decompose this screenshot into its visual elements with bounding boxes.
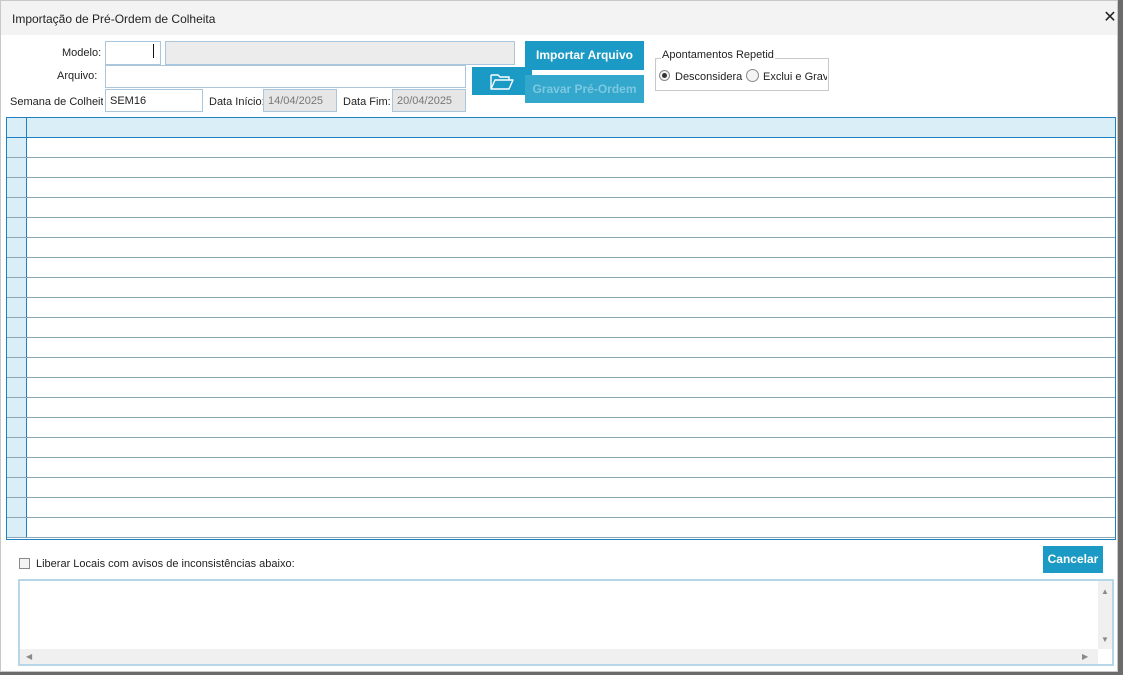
radio-exclui-grava[interactable]: [746, 69, 759, 82]
radio-desconsidera-label[interactable]: Desconsidera: [675, 71, 742, 83]
table-row[interactable]: [7, 518, 1115, 538]
row-header-cell[interactable]: [7, 298, 27, 317]
folder-open-button[interactable]: [472, 67, 532, 95]
arquivo-input[interactable]: [105, 65, 466, 88]
table-row[interactable]: [7, 298, 1115, 318]
row-header-cell[interactable]: [7, 198, 27, 217]
arquivo-label: Arquivo:: [57, 70, 98, 82]
table-row[interactable]: [7, 258, 1115, 278]
row-header-cell[interactable]: [7, 458, 27, 477]
memo-vertical-scrollbar[interactable]: ▲ ▼: [1098, 581, 1112, 649]
row-header-cell[interactable]: [7, 338, 27, 357]
data-inicio-label: Data Início:: [209, 96, 265, 108]
grid-corner-cell: [7, 118, 27, 138]
semana-input[interactable]: [105, 89, 203, 112]
text-cursor: [153, 44, 154, 58]
importar-arquivo-button[interactable]: Importar Arquivo: [525, 41, 644, 70]
memo-horizontal-scrollbar[interactable]: ◀ ▶: [20, 649, 1098, 664]
row-header-cell[interactable]: [7, 318, 27, 337]
table-row[interactable]: [7, 318, 1115, 338]
liberar-locais-checkbox[interactable]: [19, 558, 30, 569]
row-header-cell[interactable]: [7, 158, 27, 177]
folder-open-icon: [490, 74, 514, 90]
data-inicio-field: [263, 89, 337, 112]
radio-exclui-grava-label[interactable]: Exclui e Grav: [763, 71, 827, 83]
table-row[interactable]: [7, 378, 1115, 398]
row-header-cell[interactable]: [7, 358, 27, 377]
row-header-cell[interactable]: [7, 378, 27, 397]
scroll-up-icon[interactable]: ▲: [1101, 587, 1109, 596]
row-header-cell[interactable]: [7, 398, 27, 417]
scroll-down-icon[interactable]: ▼: [1101, 635, 1109, 644]
modelo-label: Modelo:: [62, 47, 102, 59]
radio-desconsidera[interactable]: [659, 70, 670, 81]
table-row[interactable]: [7, 358, 1115, 378]
row-header-cell[interactable]: [7, 418, 27, 437]
table-row[interactable]: [7, 498, 1115, 518]
grid-header: [7, 118, 1115, 138]
dialog-window: Importação de Pré-Ordem de Colheita ✕ Mo…: [0, 0, 1118, 672]
row-header-cell[interactable]: [7, 478, 27, 497]
table-row[interactable]: [7, 338, 1115, 358]
row-header-cell[interactable]: [7, 178, 27, 197]
table-row[interactable]: [7, 158, 1115, 178]
data-fim-label: Data Fim:: [343, 96, 391, 108]
gravar-pre-ordem-button[interactable]: Gravar Pré-Ordem: [525, 75, 644, 103]
modelo-description-field: [165, 41, 515, 65]
table-row[interactable]: [7, 238, 1115, 258]
cancelar-button[interactable]: Cancelar: [1043, 546, 1103, 573]
table-row[interactable]: [7, 418, 1115, 438]
table-row[interactable]: [7, 458, 1115, 478]
title-bar: Importação de Pré-Ordem de Colheita ✕: [1, 1, 1117, 35]
table-row[interactable]: [7, 398, 1115, 418]
liberar-locais-label: Liberar Locais com avisos de inconsistên…: [36, 558, 295, 570]
window-title: Importação de Pré-Ordem de Colheita: [12, 12, 216, 26]
row-header-cell[interactable]: [7, 238, 27, 257]
row-header-cell[interactable]: [7, 278, 27, 297]
apontamentos-legend: Apontamentos Repetid: [661, 49, 775, 61]
scroll-left-icon[interactable]: ◀: [26, 652, 32, 661]
row-header-cell[interactable]: [7, 218, 27, 237]
table-row[interactable]: [7, 438, 1115, 458]
table-row[interactable]: [7, 278, 1115, 298]
table-row[interactable]: [7, 218, 1115, 238]
row-header-cell[interactable]: [7, 498, 27, 517]
close-icon[interactable]: ✕: [1099, 7, 1121, 29]
table-row[interactable]: [7, 198, 1115, 218]
table-row[interactable]: [7, 138, 1115, 158]
row-header-cell[interactable]: [7, 438, 27, 457]
data-grid[interactable]: [6, 117, 1116, 540]
table-row[interactable]: [7, 178, 1115, 198]
row-header-cell[interactable]: [7, 518, 27, 537]
row-header-cell[interactable]: [7, 138, 27, 157]
table-row[interactable]: [7, 478, 1115, 498]
semana-label: Semana de Colheita: [10, 96, 103, 108]
inconsistencias-memo[interactable]: ▲ ▼ ◀ ▶: [18, 579, 1114, 666]
scroll-right-icon[interactable]: ▶: [1082, 652, 1088, 661]
data-fim-field: [392, 89, 466, 112]
row-header-cell[interactable]: [7, 258, 27, 277]
